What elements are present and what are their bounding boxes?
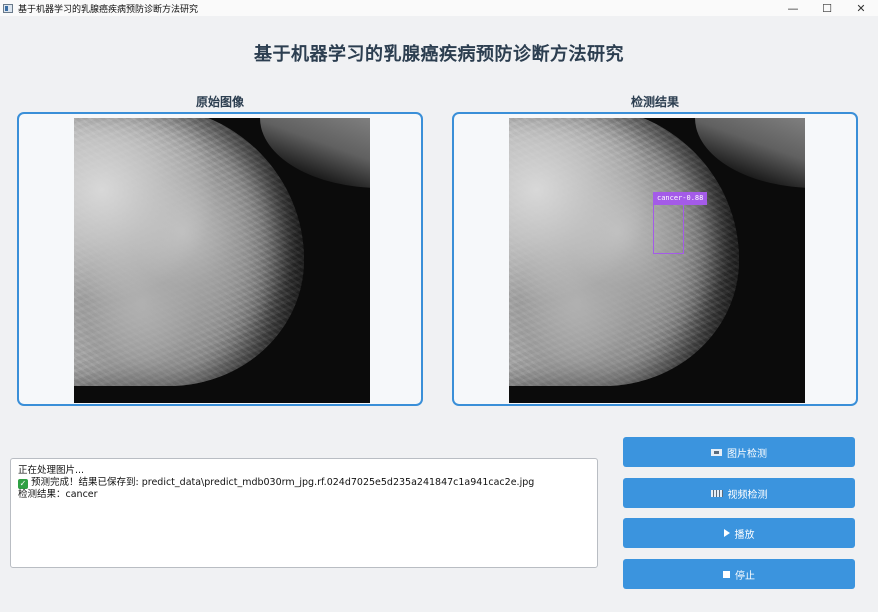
play-icon: [723, 529, 730, 537]
image-detect-button[interactable]: 图片检测: [623, 437, 855, 467]
detection-bounding-box: [653, 204, 684, 254]
result-image-label: 检测结果: [630, 95, 679, 109]
play-button[interactable]: 播放: [623, 518, 855, 548]
page-title: 基于机器学习的乳腺癌疾病预防诊断方法研究: [254, 44, 624, 65]
close-button[interactable]: ✕: [844, 0, 878, 16]
original-image-label: 原始图像: [195, 95, 244, 109]
film-icon: [710, 489, 723, 497]
original-image-panel: [17, 112, 423, 406]
minimize-button[interactable]: —: [776, 0, 810, 16]
stop-button[interactable]: 停止: [623, 559, 855, 589]
log-line: 正在处理图片...: [18, 465, 85, 476]
check-icon: ✓: [18, 479, 28, 489]
log-output[interactable]: 正在处理图片... ✓ 预测完成！结果已保存到: predict_data\pre…: [10, 458, 598, 568]
window-title: 基于机器学习的乳腺癌疾病预防诊断方法研究: [18, 4, 199, 15]
app-icon: [3, 3, 13, 13]
title-bar: 基于机器学习的乳腺癌疾病预防诊断方法研究 — ☐ ✕: [0, 0, 878, 16]
log-line: 检测结果：cancer: [18, 489, 98, 500]
result-image-panel: cancer-0.88: [452, 112, 858, 406]
image-detect-label: 图片检测: [727, 448, 767, 460]
original-mammogram-image: [74, 118, 370, 403]
log-line: ✓ 预测完成！结果已保存到: predict_data\predict_mdb03…: [18, 477, 590, 489]
play-label: 播放: [734, 529, 755, 541]
maximize-button[interactable]: ☐: [810, 0, 844, 16]
result-mammogram-image: cancer-0.88: [509, 118, 805, 403]
stop-icon: [723, 570, 730, 578]
stop-label: 停止: [735, 570, 755, 582]
video-detect-label: 视频检测: [727, 489, 768, 501]
window-controls: — ☐ ✕: [776, 0, 878, 16]
image-icon: [711, 448, 722, 456]
log-line-text: 预测完成！结果已保存到: predict_data\predict_mdb030…: [31, 477, 535, 488]
video-detect-button[interactable]: 视频检测: [623, 478, 855, 508]
